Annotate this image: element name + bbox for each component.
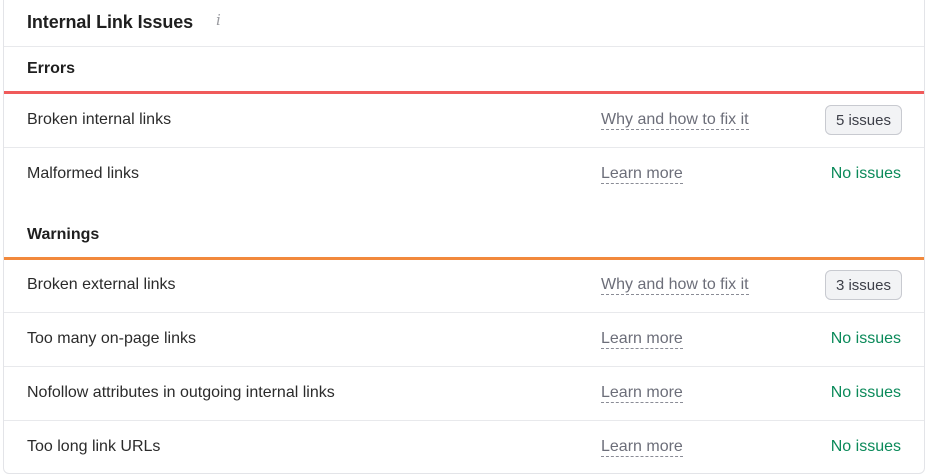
issue-label: Nofollow attributes in outgoing internal… <box>27 384 335 401</box>
issue-row-broken-internal-links: Broken internal links Why and how to fix… <box>4 94 924 148</box>
issue-row-broken-external-links: Broken external links Why and how to fix… <box>4 259 924 313</box>
learn-more-link[interactable]: Learn more <box>601 384 683 403</box>
learn-more-link[interactable]: Learn more <box>601 438 683 457</box>
issue-label: Broken internal links <box>27 111 172 128</box>
errors-section-title: Errors <box>27 60 76 77</box>
warnings-section-title: Warnings <box>27 226 100 243</box>
learn-more-link[interactable]: Learn more <box>601 165 683 184</box>
issue-label: Broken external links <box>27 276 176 293</box>
why-and-how-to-fix-link[interactable]: Why and how to fix it <box>601 111 749 130</box>
internal-link-issues-card: Internal Link Issues i Errors Broken int… <box>3 0 925 474</box>
issue-row-too-many-on-page-links: Too many on-page links Learn more No iss… <box>4 313 924 367</box>
no-issues-status: No issues <box>830 384 901 401</box>
issue-row-nofollow-attributes: Nofollow attributes in outgoing internal… <box>4 367 924 421</box>
no-issues-status: No issues <box>830 165 901 182</box>
issue-label: Too many on-page links <box>27 330 196 347</box>
issues-count-badge[interactable]: 3 issues <box>824 270 902 300</box>
issue-row-too-long-link-urls: Too long link URLs Learn more No issues <box>4 421 924 475</box>
no-issues-status: No issues <box>830 438 901 455</box>
issue-row-malformed-links: Malformed links Learn more No issues <box>4 148 924 202</box>
no-issues-status: No issues <box>830 330 901 347</box>
issues-count-badge[interactable]: 5 issues <box>824 105 902 135</box>
why-and-how-to-fix-link[interactable]: Why and how to fix it <box>601 276 749 295</box>
issue-label: Malformed links <box>27 165 140 182</box>
learn-more-link[interactable]: Learn more <box>601 330 683 349</box>
info-icon[interactable]: i <box>216 11 221 29</box>
card-title: Internal Link Issues <box>27 12 194 32</box>
issue-label: Too long link URLs <box>27 438 161 455</box>
card-header: Internal Link Issues i <box>4 0 924 47</box>
